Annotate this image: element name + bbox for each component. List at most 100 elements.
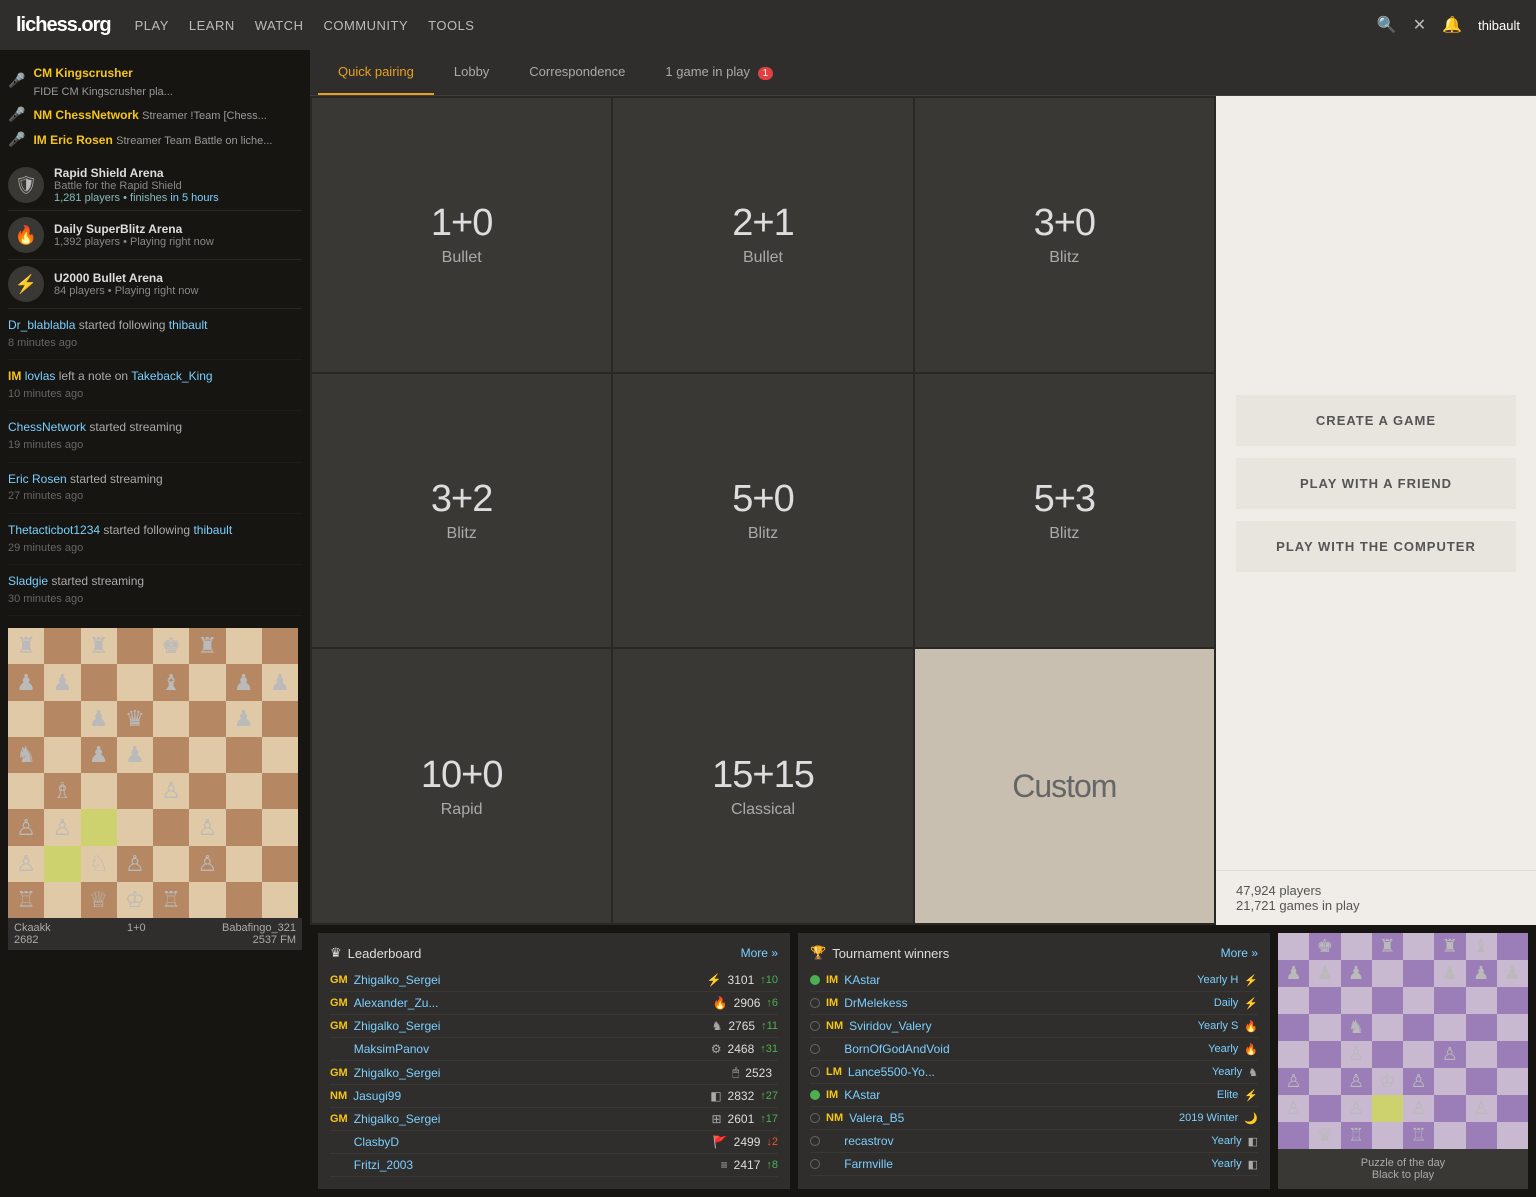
tw-row-1: IM KAstar Yearly H ⚡ — [810, 969, 1258, 992]
pairing-custom[interactable]: Custom — [915, 649, 1214, 923]
nav-watch[interactable]: WATCH — [255, 18, 304, 33]
lb-name-8[interactable]: ClasbyD — [354, 1135, 707, 1149]
board-square — [1372, 1095, 1403, 1122]
pairing-1-0[interactable]: 1+0 Bullet — [312, 98, 611, 372]
pairing-5-0[interactable]: 5+0 Blitz — [613, 374, 912, 648]
tw-icon-8: ◧ — [1248, 1135, 1258, 1148]
board-square — [1372, 1041, 1403, 1068]
tw-name-5[interactable]: Lance5500-Yo... — [848, 1065, 1206, 1079]
lb-name-2[interactable]: Alexander_Zu... — [354, 996, 707, 1010]
arena-superblitz[interactable]: 🔥 Daily SuperBlitz Arena 1,392 players •… — [8, 211, 302, 260]
board-square — [262, 809, 298, 845]
tw-tournament-2[interactable]: Daily — [1214, 997, 1238, 1009]
tab-game-in-play[interactable]: 1 game in play 1 — [645, 50, 793, 95]
arena-u2000[interactable]: ⚡ U2000 Bullet Arena 84 players • Playin… — [8, 260, 302, 309]
activity-user-3[interactable]: ChessNetwork — [8, 420, 86, 434]
arena-rapid-shield[interactable]: 🛡 Rapid Shield Arena Battle for the Rapi… — [8, 160, 302, 211]
board-square — [1466, 1041, 1497, 1068]
right-board: ♚♜♜♝♟♟♟♟♟♟♞♙♙♙♙♔♙♙♙♙♙♛♖♖ Puzzle of the d… — [1278, 933, 1528, 1189]
tw-tournament-6[interactable]: Elite — [1217, 1089, 1238, 1101]
tournament-winners: 🏆 Tournament winners More » IM KAstar Ye… — [798, 933, 1270, 1189]
tw-name-2[interactable]: DrMelekess — [844, 996, 1208, 1010]
tab-lobby[interactable]: Lobby — [434, 50, 509, 95]
tw-tournament-5[interactable]: Yearly — [1212, 1066, 1242, 1078]
tab-correspondence[interactable]: Correspondence — [509, 50, 645, 95]
activity-target[interactable]: thibault — [169, 318, 208, 332]
tw-name-9[interactable]: Farmville — [844, 1157, 1205, 1171]
tw-more[interactable]: More » — [1221, 946, 1258, 960]
tw-tournament-1[interactable]: Yearly H — [1197, 974, 1238, 986]
pairing-15-15[interactable]: 15+15 Classical — [613, 649, 912, 923]
lb-more[interactable]: More » — [741, 946, 778, 960]
mini-board-left[interactable]: ♜♜♚♜♟♟♝♟♟♟♛♟♞♟♟♗♙♙♙♙♙♘♙♙♖♕♔♖ — [8, 628, 298, 918]
logo[interactable]: lichess.org — [16, 14, 111, 37]
username[interactable]: thibault — [1478, 18, 1520, 33]
arena-time: 1,281 players • finishes in 5 hours — [54, 192, 219, 204]
board-square: ♘ — [81, 846, 117, 882]
activity-user-6[interactable]: Sladgie — [8, 574, 48, 588]
board-square — [226, 737, 262, 773]
activity-item-2: IM lovlas left a note on Takeback_King 1… — [8, 360, 302, 411]
nav-learn[interactable]: LEARN — [189, 18, 235, 33]
streamer-im-eric-rosen[interactable]: IM Eric Rosen — [33, 133, 112, 147]
board-square: ♙ — [8, 846, 44, 882]
play-computer-button[interactable]: PLAY WITH THE COMPUTER — [1236, 521, 1516, 572]
lb-name-5[interactable]: Zhigalko_Sergei — [354, 1066, 726, 1080]
tw-tournament-9[interactable]: Yearly — [1211, 1158, 1241, 1170]
tw-offline-dot-3 — [810, 1021, 820, 1031]
play-friend-button[interactable]: PLAY WITH A FRIEND — [1236, 458, 1516, 509]
bell-icon[interactable]: 🔔 — [1442, 15, 1462, 35]
board-square — [117, 809, 153, 845]
lb-title-gm-7: GM — [330, 1113, 348, 1125]
tab-quick-pairing[interactable]: Quick pairing — [318, 50, 434, 95]
tw-tournament-7[interactable]: 2019 Winter — [1179, 1112, 1238, 1124]
games-count: 21,721 games in play — [1236, 898, 1516, 913]
lb-name-4[interactable]: MaksimPanov — [354, 1042, 705, 1056]
tw-tournament-4[interactable]: Yearly — [1208, 1043, 1238, 1055]
lb-name-3[interactable]: Zhigalko_Sergei — [354, 1019, 706, 1033]
tw-name-7[interactable]: Valera_B5 — [849, 1111, 1173, 1125]
nav-tools[interactable]: TOOLS — [428, 18, 474, 33]
board-square: ♟ — [81, 737, 117, 773]
activity-target-2[interactable]: Takeback_King — [131, 369, 212, 383]
activity-user-5[interactable]: Thetacticbot1234 — [8, 523, 100, 537]
streamer-cm-kingscrusher[interactable]: CM Kingscrusher — [33, 62, 172, 84]
tw-tournament-3[interactable]: Yearly S — [1198, 1020, 1239, 1032]
tw-name-8[interactable]: recastrov — [844, 1134, 1205, 1148]
lb-progress-3: ↑11 — [761, 1020, 778, 1032]
lb-name-6[interactable]: Jasugi99 — [353, 1089, 704, 1103]
tw-name-3[interactable]: Sviridov_Valery — [849, 1019, 1192, 1033]
board-square — [1434, 1095, 1465, 1122]
close-icon[interactable]: ✕ — [1413, 15, 1426, 35]
tw-title-2: IM — [826, 997, 838, 1009]
lb-name-1[interactable]: Zhigalko_Sergei — [354, 973, 701, 987]
search-icon[interactable]: 🔍 — [1377, 15, 1397, 35]
activity-target-5[interactable]: thibault — [193, 523, 232, 537]
right-top: CREATE A GAME PLAY WITH A FRIEND PLAY WI… — [1216, 96, 1536, 870]
board-square: ♞ — [8, 737, 44, 773]
board-square — [262, 882, 298, 918]
activity-user-4[interactable]: Eric Rosen — [8, 472, 67, 486]
nav-play[interactable]: PLAY — [135, 18, 169, 33]
board-square — [1309, 1014, 1340, 1041]
streamer-nm-chessnetwork[interactable]: NM ChessNetwork — [33, 108, 138, 122]
pairing-2-1[interactable]: 2+1 Bullet — [613, 98, 912, 372]
time-2-1: 2+1 — [732, 202, 793, 245]
create-game-button[interactable]: CREATE A GAME — [1236, 395, 1516, 446]
tw-name-1[interactable]: KAstar — [844, 973, 1191, 987]
activity-user[interactable]: Dr_blablabla — [8, 318, 75, 332]
pairing-5-3[interactable]: 5+3 Blitz — [915, 374, 1214, 648]
pairing-10-0[interactable]: 10+0 Rapid — [312, 649, 611, 923]
mini-board-puzzle[interactable]: ♚♜♜♝♟♟♟♟♟♟♞♙♙♙♙♔♙♙♙♙♙♛♖♖ — [1278, 933, 1528, 1149]
pairing-3-0[interactable]: 3+0 Blitz — [915, 98, 1214, 372]
lb-name-9[interactable]: Fritzi_2003 — [354, 1158, 715, 1172]
tw-tournament-8[interactable]: Yearly — [1211, 1135, 1241, 1147]
nav-community[interactable]: COMMUNITY — [323, 18, 408, 33]
pairing-3-2[interactable]: 3+2 Blitz — [312, 374, 611, 648]
activity-user-2[interactable]: lovlas — [25, 369, 56, 383]
lb-grid-icon: ⊞ — [711, 1112, 721, 1126]
lb-name-7[interactable]: Zhigalko_Sergei — [354, 1112, 706, 1126]
tw-name-6[interactable]: KAstar — [844, 1088, 1211, 1102]
streamer-item: 🎤 IM Eric Rosen Streamer Team Battle on … — [8, 127, 302, 152]
tw-name-4[interactable]: BornOfGodAndVoid — [844, 1042, 1202, 1056]
